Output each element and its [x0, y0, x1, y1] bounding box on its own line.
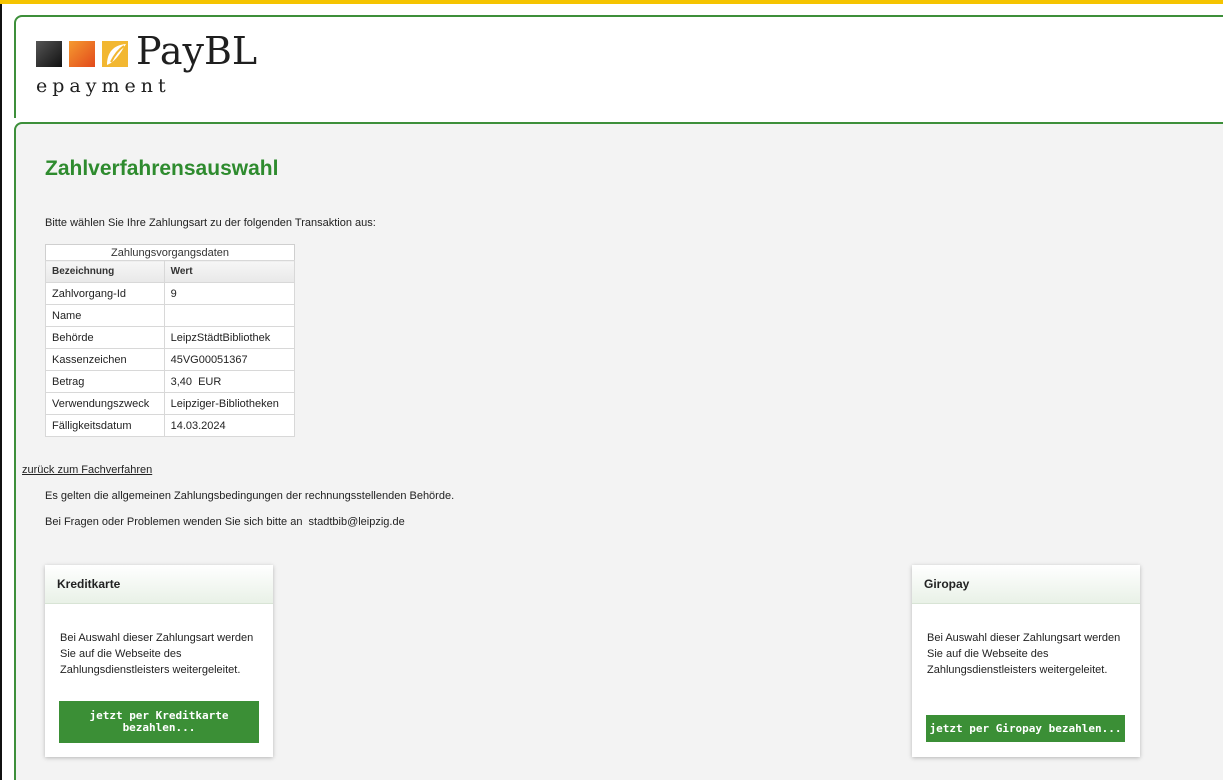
logo-yellow-leaf-icon	[102, 41, 128, 67]
table-row: Behörde LeipzStädtBibliothek	[45, 326, 296, 349]
page-title: Zahlverfahrensauswahl	[45, 157, 279, 180]
pay-by-giropay-button[interactable]: jetzt per Giropay bezahlen...	[926, 715, 1125, 742]
column-header-wert: Wert	[163, 260, 296, 283]
row-value: 3,40 EUR	[163, 370, 296, 393]
table-row: Betrag 3,40 EUR	[45, 370, 296, 393]
top-accent-bar	[0, 0, 1223, 4]
logo-brand-name: PayBL	[136, 29, 258, 73]
row-value	[163, 304, 296, 327]
table-header-row: Bezeichnung Wert	[45, 260, 296, 283]
paybl-logo: PayBL epayment	[36, 29, 296, 103]
pay-by-credit-card-button[interactable]: jetzt per Kreditkarte bezahlen...	[59, 701, 259, 743]
table-row: Name	[45, 304, 296, 327]
back-to-service-link[interactable]: zurück zum Fachverfahren	[22, 464, 152, 476]
header: PayBL epayment	[14, 15, 1223, 118]
row-label: Behörde	[45, 326, 165, 349]
row-value: 9	[163, 282, 296, 305]
transaction-table-caption: Zahlungsvorgangsdaten	[45, 244, 295, 260]
contact-text: Bei Fragen oder Problemen wenden Sie sic…	[45, 516, 405, 528]
logo-subtitle: epayment	[36, 75, 171, 97]
main-content: Zahlverfahrensauswahl Bitte wählen Sie I…	[14, 122, 1223, 780]
transaction-table: Zahlungsvorgangsdaten Bezeichnung Wert Z…	[45, 244, 296, 437]
row-label: Kassenzeichen	[45, 348, 165, 371]
payment-method-card-kreditkarte: Kreditkarte Bei Auswahl dieser Zahlungsa…	[45, 565, 273, 757]
row-label: Fälligkeitsdatum	[45, 414, 165, 437]
table-row: Fälligkeitsdatum 14.03.2024	[45, 414, 296, 437]
intro-text: Bitte wählen Sie Ihre Zahlungsart zu der…	[45, 217, 376, 229]
logo-orange-square	[69, 41, 95, 67]
row-value: Leipziger-Bibliotheken	[163, 392, 296, 415]
terms-text: Es gelten die allgemeinen Zahlungsbeding…	[45, 490, 455, 502]
left-window-edge	[0, 4, 2, 780]
table-row: Verwendungszweck Leipziger-Bibliotheken	[45, 392, 296, 415]
column-header-bezeichnung: Bezeichnung	[45, 260, 165, 283]
payment-method-card-giropay: Giropay Bei Auswahl dieser Zahlungsart w…	[912, 565, 1140, 757]
row-value: LeipzStädtBibliothek	[163, 326, 296, 349]
logo-dark-square	[36, 41, 62, 67]
row-label: Zahlvorgang-Id	[45, 282, 165, 305]
row-label: Betrag	[45, 370, 165, 393]
card-description: Bei Auswahl dieser Zahlungsart werden Si…	[60, 632, 254, 676]
card-title: Giropay	[912, 565, 1140, 604]
row-label: Verwendungszweck	[45, 392, 165, 415]
table-row: Zahlvorgang-Id 9	[45, 282, 296, 305]
table-row: Kassenzeichen 45VG00051367	[45, 348, 296, 371]
card-title: Kreditkarte	[45, 565, 273, 604]
row-value: 14.03.2024	[163, 414, 296, 437]
card-description: Bei Auswahl dieser Zahlungsart werden Si…	[927, 632, 1121, 676]
row-label: Name	[45, 304, 165, 327]
row-value: 45VG00051367	[163, 348, 296, 371]
